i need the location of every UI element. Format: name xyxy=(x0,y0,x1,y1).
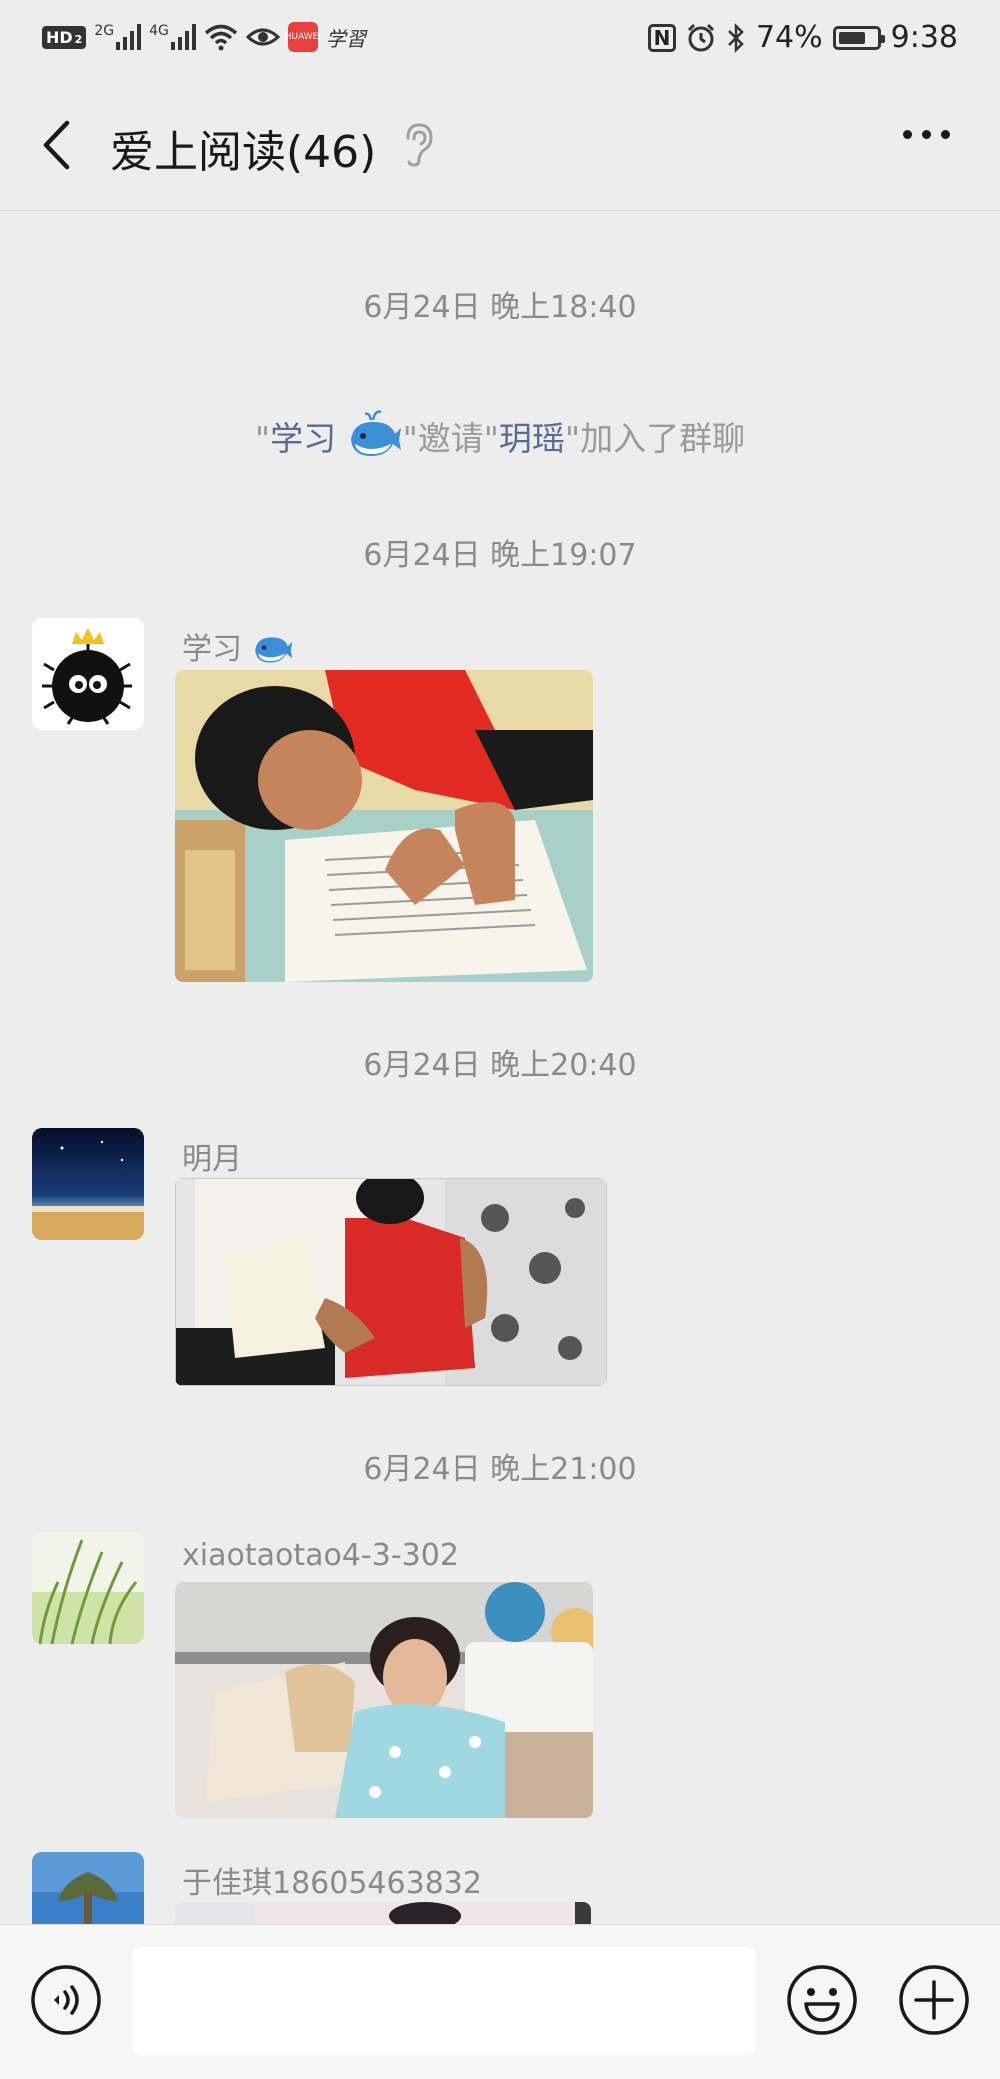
status-left-icons: HD 2 2G 4G HUAWEI 学習 xyxy=(42,22,366,52)
app-label: 学習 xyxy=(325,26,366,51)
signal-4g-icon: 4G xyxy=(149,24,196,50)
message-sender: 明月 xyxy=(182,1142,242,1177)
avatar[interactable] xyxy=(32,1852,144,1924)
battery-percent: 74% xyxy=(755,20,823,55)
avatar[interactable] xyxy=(32,1532,144,1644)
back-button[interactable] xyxy=(28,112,84,178)
alarm-icon xyxy=(687,23,714,51)
more-icon xyxy=(903,130,912,139)
tree-avatar-image xyxy=(32,1852,144,1924)
boy-reading-sofa-photo xyxy=(175,1178,607,1386)
image-message[interactable] xyxy=(175,1178,607,1386)
grass-avatar-image xyxy=(32,1532,144,1644)
partial-photo xyxy=(175,1902,591,1924)
emoji-icon xyxy=(787,1965,857,2035)
image-message[interactable] xyxy=(175,1582,593,1818)
input-bar xyxy=(0,1924,1000,2079)
hd-badge: HD 2 xyxy=(42,25,87,49)
clock: 9:38 xyxy=(890,20,958,55)
bluetooth-icon xyxy=(728,22,744,53)
beach-night-avatar-image xyxy=(32,1128,144,1240)
image-message[interactable] xyxy=(175,670,593,982)
voice-icon xyxy=(31,1965,101,2035)
voice-button[interactable] xyxy=(30,1964,102,2036)
chat-timestamp: 6月24日 晚上18:40 xyxy=(363,290,637,325)
invitee-link[interactable]: 玥瑶 xyxy=(499,419,565,458)
image-message[interactable] xyxy=(175,1902,591,1924)
system-message: "学习 "邀请"玥瑶"加入了群聊 xyxy=(0,408,1000,462)
chat-timestamp: 6月24日 晚上20:40 xyxy=(363,1048,637,1083)
chat-timestamp: 6月24日 晚上19:07 xyxy=(363,538,637,573)
girl-reading-bed-photo xyxy=(175,1582,593,1818)
wifi-icon xyxy=(204,24,238,51)
plus-icon xyxy=(899,1965,969,2035)
chat-timestamp: 6月24日 晚上21:00 xyxy=(363,1452,637,1487)
avatar[interactable] xyxy=(32,618,144,730)
nfc-icon: N xyxy=(647,23,676,52)
emoji-button[interactable] xyxy=(786,1964,858,2036)
battery-icon xyxy=(832,25,885,50)
chevron-left-icon xyxy=(43,120,70,170)
huawei-app-icon: HUAWEI xyxy=(285,22,321,52)
inviter-link[interactable]: 学习 xyxy=(270,419,336,458)
chat-header: 爱上阅读(46) xyxy=(0,80,1000,211)
status-bar: HD 2 2G 4G HUAWEI 学習 N 74% 9:38 xyxy=(0,0,1000,80)
whale-emoji-icon xyxy=(254,637,292,663)
more-functions-button[interactable] xyxy=(898,1964,970,2036)
ear-icon xyxy=(406,123,433,167)
avatar[interactable] xyxy=(32,1128,144,1240)
boy-reading-photo xyxy=(175,670,593,982)
soot-sprite-avatar-image xyxy=(32,618,144,730)
message-sender: 于佳琪18605463832 xyxy=(182,1866,482,1901)
whale-emoji-icon xyxy=(350,410,401,456)
status-right-icons: N 74% 9:38 xyxy=(647,20,958,55)
more-button[interactable] xyxy=(903,130,950,139)
chat-title[interactable]: 爱上阅读(46) xyxy=(110,116,376,180)
eye-icon xyxy=(245,28,280,46)
message-sender: 学习 xyxy=(182,624,294,668)
message-sender: xiaotaotao4-3-302 xyxy=(182,1538,459,1573)
signal-2g-icon: 2G xyxy=(94,24,142,50)
message-input[interactable] xyxy=(132,1947,756,2055)
